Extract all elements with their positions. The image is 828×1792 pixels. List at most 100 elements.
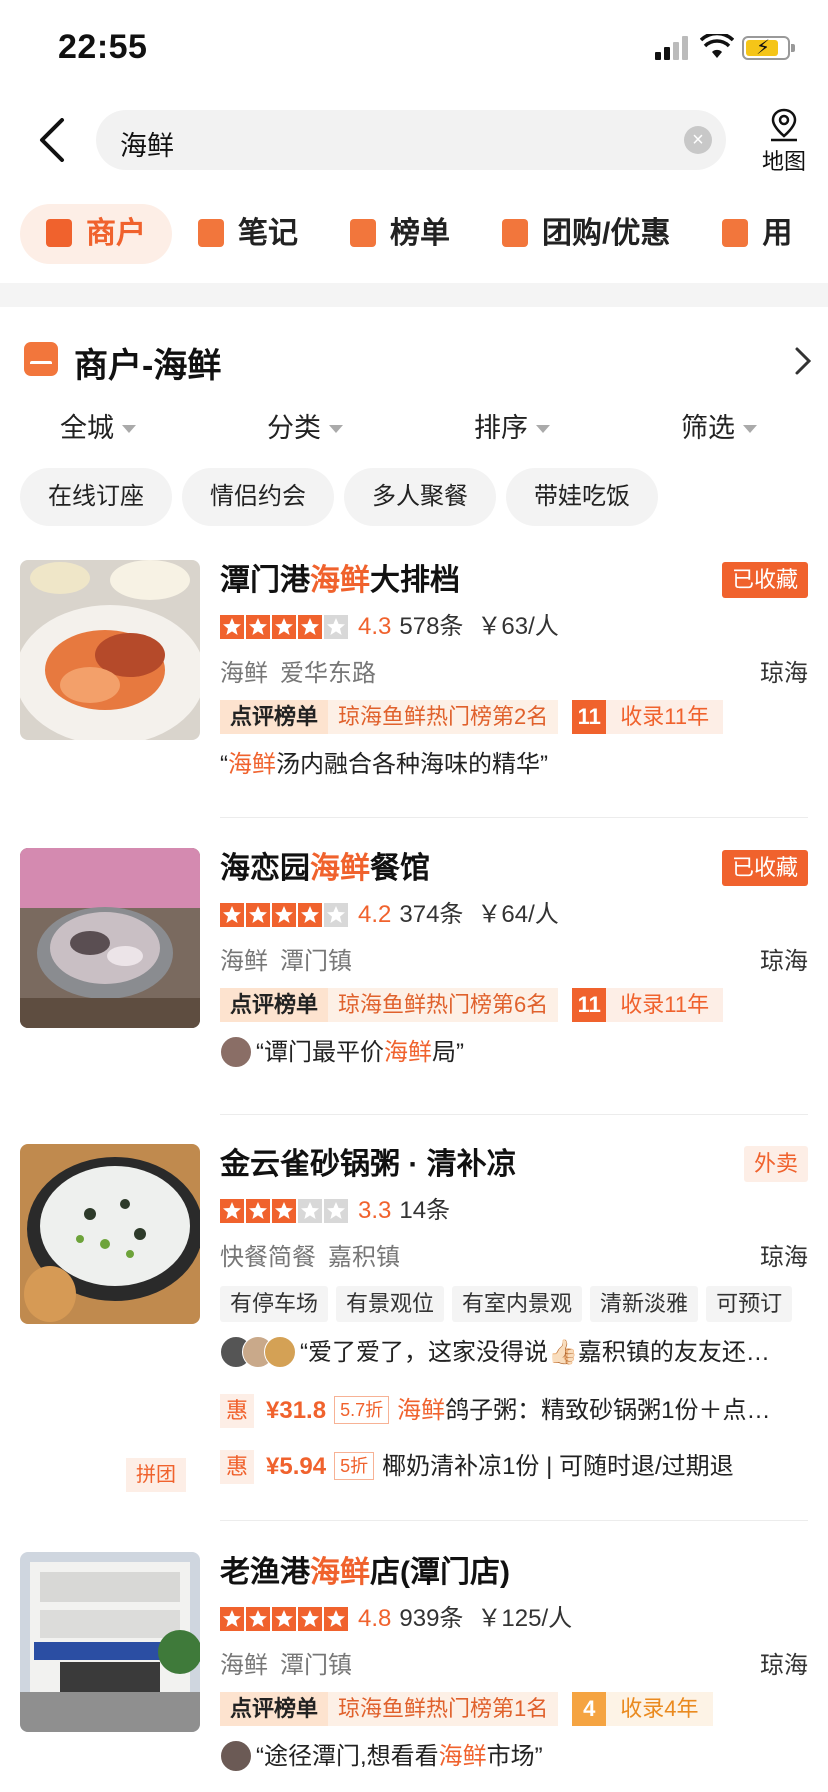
shop-name-text: 餐馆 [370,852,430,885]
favorited-badge[interactable]: 已收藏 [721,562,808,598]
tab-label: 笔记 [238,217,298,250]
deal-text: 椰奶清补凉1份 | 可随时退/过期退 [382,1453,734,1480]
shop-area: 嘉积镇 [328,1244,400,1271]
deal-discount: 5折 [334,1452,375,1480]
shop-category: 快餐简餐 [220,1244,316,1271]
quick-filter-chips: 在线订座 情侣约会 多人聚餐 带娃吃饭 [20,468,828,526]
shop-photo[interactable] [20,848,200,1028]
shop-area: 爱华东路 [280,660,376,687]
section-header[interactable]: 商户-海鲜 [24,338,814,385]
deal-row[interactable]: 惠 ¥5.94 5折 椰奶清补凉1份 | 可随时退/过期退 [220,1450,808,1484]
star-icon [220,903,244,927]
quote-text: “途径潭门,想看看 [256,1743,439,1770]
shop-photo[interactable] [20,1552,200,1732]
star-rating [220,903,350,937]
wifi-icon [699,31,735,60]
feature-tag: 有景观位 [336,1286,445,1322]
filter-sort[interactable]: 排序 [474,406,550,445]
quote-highlight: 海鲜 [384,1039,432,1066]
quote-text: “ [220,751,228,778]
shop-name: 海恋园海鲜餐馆 [220,848,808,890]
quote-text: “谭门最平价 [256,1039,384,1066]
deal-row[interactable]: 惠 ¥31.8 5.7折 海鲜鸽子粥：精致砂锅粥1份＋点… [220,1394,808,1428]
review-quote[interactable]: “爱了爱了，这家没得说👍🏻嘉积镇的友友还… [220,1336,808,1370]
favorited-badge[interactable]: 已收藏 [721,850,808,886]
map-label: 地图 [761,149,806,174]
listed-years-text: 收录11年 [606,988,724,1022]
shop-category: 海鲜 [220,660,268,687]
star-icon [272,615,296,639]
quote-highlight: 海鲜 [228,751,276,778]
review-quote[interactable]: “途径潭门,想看看海鲜市场” [220,1740,808,1774]
caret-down-icon [743,425,757,433]
meta-row: 海鲜 爱华东路 琼海 [220,658,808,690]
chip-family-kids[interactable]: 带娃吃饭 [506,468,658,526]
shop-category: 海鲜 [220,948,268,975]
search-input[interactable]: 海鲜 × [96,110,726,170]
avatar [220,1036,252,1068]
star-icon [246,615,270,639]
meta-row: 海鲜 潭门镇 琼海 [220,1650,808,1682]
filter-label: 排序 [474,413,528,443]
caret-down-icon [536,425,550,433]
deal-highlight: 海鲜 [397,1397,446,1424]
group-buy-label: 拼团 [126,1458,186,1492]
feature-tag: 有室内景观 [452,1286,583,1322]
chip-online-booking[interactable]: 在线订座 [20,468,172,526]
star-icon [246,1199,270,1223]
star-icon [272,903,296,927]
shop-name-text: 金云雀砂锅粥 · 清补凉 [220,1148,517,1181]
status-bar: 22:55 ⚡ [0,0,828,100]
avatar [264,1336,296,1368]
clear-search-icon[interactable]: × [684,126,712,154]
map-button[interactable]: 地图 [756,108,812,174]
ranking-tag: 点评榜单 [220,1692,329,1726]
ranking-row[interactable]: 点评榜单 琼海鱼鲜热门榜第2名 11 收录11年 [220,700,808,734]
shop-info: 潭门港海鲜大排档 已收藏 4.3 578条 ￥63/人 海鲜 爱华东路 琼海 点评榜单… [220,560,808,782]
review-quote[interactable]: “谭门最平价海鲜局” [220,1036,808,1070]
search-bar: 海鲜 × 地图 [0,108,828,174]
ranking-row[interactable]: 点评榜单 琼海鱼鲜热门榜第6名 11 收录11年 [220,988,808,1022]
shop-region: 琼海 [760,660,808,687]
shop-name-highlight: 海鲜 [310,852,370,885]
coupon-icon [502,219,528,247]
tab-rankings[interactable]: 榜单 [324,204,476,264]
tab-notes[interactable]: 笔记 [172,204,324,264]
back-button[interactable] [34,118,74,162]
shop-name-text: 老渔港 [220,1556,310,1589]
shop-name-text: 潭门港 [220,564,310,597]
ranking-text: 琼海鱼鲜热门榜第2名 [328,700,559,734]
shop-photo[interactable] [20,560,200,740]
feature-tag: 可预订 [706,1286,793,1322]
rating-score: 4.3 [358,613,392,640]
rating-score: 3.3 [358,1197,392,1224]
tab-users[interactable]: 用 [696,204,818,264]
chip-group-dining[interactable]: 多人聚餐 [344,468,496,526]
chip-couple-date[interactable]: 情侣约会 [182,468,334,526]
shop-area: 潭门镇 [280,1652,352,1679]
review-quote[interactable]: “海鲜汤内融合各种海味的精华” [220,748,808,782]
feature-tags: 有停车场 有景观位 有室内景观 清新淡雅 可预订 [220,1286,808,1322]
ranking-row[interactable]: 点评榜单 琼海鱼鲜热门榜第1名 4 收录4年 [220,1692,808,1726]
filter-area[interactable]: 全城 [60,406,136,445]
shop-category: 海鲜 [220,1652,268,1679]
star-icon [220,1607,244,1631]
tab-deals[interactable]: 团购/优惠 [476,204,696,264]
filter-category[interactable]: 分类 [267,406,343,445]
category-tabs: 商户 笔记 榜单 团购/优惠 用 [20,204,828,264]
quote-text: “爱了爱了，这家没得说👍🏻嘉积镇的友友还… [300,1339,770,1366]
quote-text: 市场” [486,1743,543,1770]
takeout-badge[interactable]: 外卖 [743,1146,808,1182]
store-icon [46,219,72,247]
filter-screen[interactable]: 筛选 [681,406,757,445]
rating-score: 4.2 [358,901,392,928]
shop-photo[interactable] [20,1144,200,1324]
listed-years-badge: 4 [572,1692,607,1726]
filter-bar: 全城 分类 排序 筛选 [0,406,828,446]
user-icon [722,219,749,247]
review-count: 578条 [399,613,464,640]
cellular-signal-icon [655,36,689,60]
tab-merchants[interactable]: 商户 [20,204,172,264]
deal-discount: 5.7折 [334,1396,390,1424]
star-icon [220,615,244,639]
